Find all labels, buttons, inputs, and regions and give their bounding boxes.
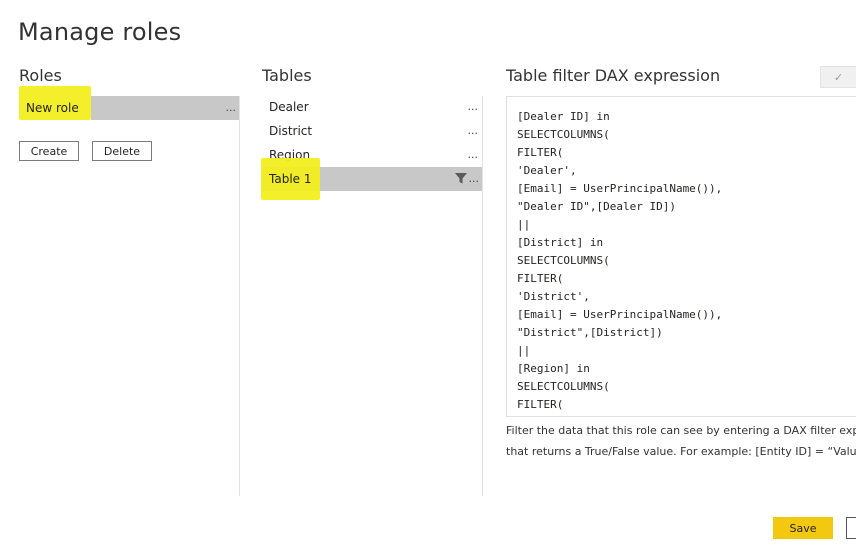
table-more-options-icon[interactable]: ... [468,100,479,113]
table-item-label: Dealer [269,100,309,114]
dax-editor-heading: Table filter DAX expression [506,66,721,85]
code-line: "Dealer ID",[Dealer ID]) [517,200,676,213]
code-line: [Region] in [517,362,590,375]
code-line: SELECTCOLUMNS( [517,128,610,141]
code-line: [Email] = UserPrincipalName()), [517,308,723,321]
table-item-table-1[interactable]: Table 1 ... [262,167,482,191]
table-item-dealer[interactable]: Dealer ... [262,95,482,119]
code-line: 'District', [517,290,590,303]
roles-heading: Roles [19,66,62,85]
code-line: FILTER( [517,398,564,411]
table-more-options-icon[interactable]: ... [469,172,480,185]
check-formula-button[interactable]: ✓ [820,66,856,88]
role-item-new-role[interactable]: New role ... [19,96,239,120]
save-button[interactable]: Save [773,517,833,539]
dax-help-text: Filter the data that this role can see b… [506,420,856,462]
table-item-label: District [269,124,313,138]
code-line: [Email] = UserPrincipalName()), [517,182,723,195]
role-item-label: New role [26,101,79,115]
table-more-options-icon[interactable]: ... [468,124,479,137]
dialog-title: Manage roles [18,18,182,46]
delete-role-button[interactable]: Delete [92,141,152,161]
code-line: [District] in [517,236,604,249]
dax-expression-editor[interactable]: [Dealer ID] in SELECTCOLUMNS( FILTER( 'Deal… [506,96,856,417]
cancel-button[interactable] [846,517,856,539]
code-line: [Dealer ID] in [517,110,610,123]
table-item-district[interactable]: District ... [262,119,482,143]
divider [482,96,483,496]
table-more-options-icon[interactable]: ... [468,148,479,161]
code-line: "District",[District]) [517,326,663,339]
filter-icon [454,171,468,185]
create-role-button[interactable]: Create [19,141,79,161]
code-line: 'Dealer', [517,164,577,177]
code-line: FILTER( [517,146,564,159]
tables-heading: Tables [262,66,312,85]
code-line: SELECTCOLUMNS( [517,254,610,267]
help-line: that returns a True/False value. For exa… [506,445,856,458]
table-item-label: Table 1 [269,172,312,186]
code-line: || [517,218,531,231]
dax-code-lines: [Dealer ID] in SELECTCOLUMNS( FILTER( 'Deal… [517,108,722,414]
help-line: Filter the data that this role can see b… [506,424,856,437]
code-line: FILTER( [517,272,564,285]
role-more-options-icon[interactable]: ... [226,101,237,114]
divider [239,96,240,496]
checkmark-icon: ✓ [833,71,844,84]
code-line: SELECTCOLUMNS( [517,380,610,393]
code-line: || [517,344,531,357]
